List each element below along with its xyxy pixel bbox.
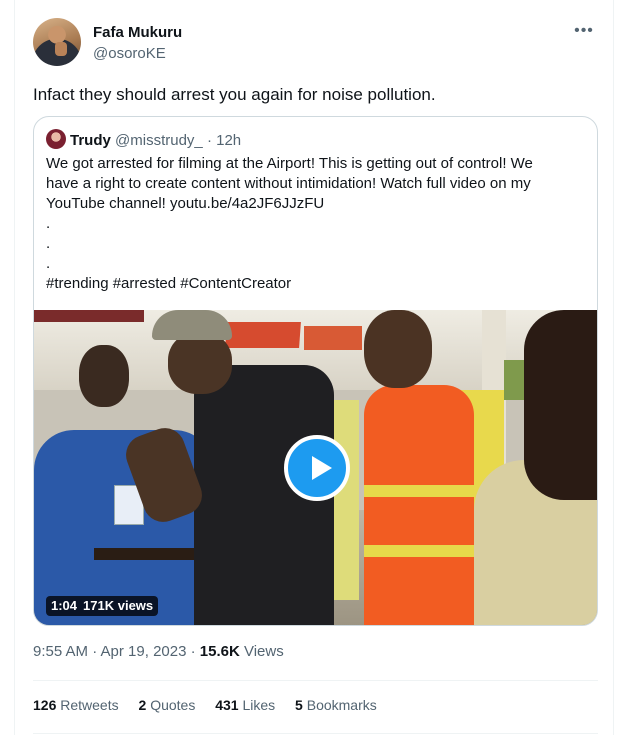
likes-label: Likes [242, 697, 276, 713]
bookmarks-label: Bookmarks [306, 697, 377, 713]
tweet-stats: 126 Retweets 2 Quotes 431 Likes 5 Bookma… [33, 697, 393, 713]
divider [33, 680, 598, 681]
more-horizontal-icon[interactable]: ••• [571, 23, 597, 44]
bookmarks-stat[interactable]: 5 Bookmarks [295, 697, 377, 713]
quoted-tweet-header: Trudy @misstrudy_ · 12h [46, 129, 241, 151]
quoted-time[interactable]: 12h [216, 132, 241, 149]
views-count: 15.6K [199, 643, 240, 660]
tweet-time[interactable]: 9:55 AM · Apr 19, 2023 · [33, 643, 200, 660]
quoted-display-name: Trudy [70, 132, 111, 149]
tweet-card: Fafa Mukuru @osoroKE ••• Infact they sho… [14, 0, 614, 735]
views-label: Views [239, 643, 284, 660]
quoted-text-line: . [46, 215, 51, 232]
avatar[interactable] [33, 18, 81, 66]
quotes-count: 2 [138, 697, 147, 713]
quoted-tweet[interactable]: Trudy @misstrudy_ · 12h We got arrested … [33, 116, 598, 626]
quoted-text-line: We got arrested for filming at the Airpo… [46, 155, 533, 172]
retweets-stat[interactable]: 126 Retweets [33, 697, 119, 713]
quoted-text-line: . [46, 255, 51, 272]
likes-count: 431 [215, 697, 239, 713]
video-player[interactable]: 1:04 171K views [34, 310, 597, 625]
quotes-label: Quotes [150, 697, 196, 713]
quoted-text-line: have a right to create content without i… [46, 175, 531, 192]
play-button[interactable] [284, 435, 350, 501]
tweet-text: Infact they should arrest you again for … [33, 85, 436, 104]
quoted-text-line: . [46, 235, 51, 252]
tweet-timestamp: 9:55 AM · Apr 19, 2023 · 15.6K Views [33, 643, 284, 660]
play-icon [312, 456, 332, 480]
retweets-count: 126 [33, 697, 57, 713]
video-duration: 1:04 [51, 598, 78, 613]
quotes-stat[interactable]: 2 Quotes [139, 697, 196, 713]
video-views: 171K views [83, 598, 154, 613]
bookmarks-count: 5 [295, 697, 303, 713]
retweets-label: Retweets [60, 697, 119, 713]
quoted-text-line: YouTube channel! youtu.be/4a2JF6JJzFU [46, 195, 325, 212]
likes-stat[interactable]: 431 Likes [215, 697, 275, 713]
video-meta-badge: 1:04 171K views [46, 596, 159, 616]
quoted-tweet-text: We got arrested for filming at the Airpo… [46, 154, 586, 294]
quoted-separator: · [206, 132, 212, 149]
quoted-avatar [46, 129, 66, 149]
quoted-hashtags: #trending #arrested #ContentCreator [46, 275, 292, 292]
quoted-handle: @misstrudy_ [115, 132, 203, 149]
author-display-name[interactable]: Fafa Mukuru [93, 24, 182, 41]
tweet-header: Fafa Mukuru @osoroKE ••• [33, 18, 599, 68]
divider [33, 733, 598, 734]
author-handle[interactable]: @osoroKE [93, 45, 166, 62]
